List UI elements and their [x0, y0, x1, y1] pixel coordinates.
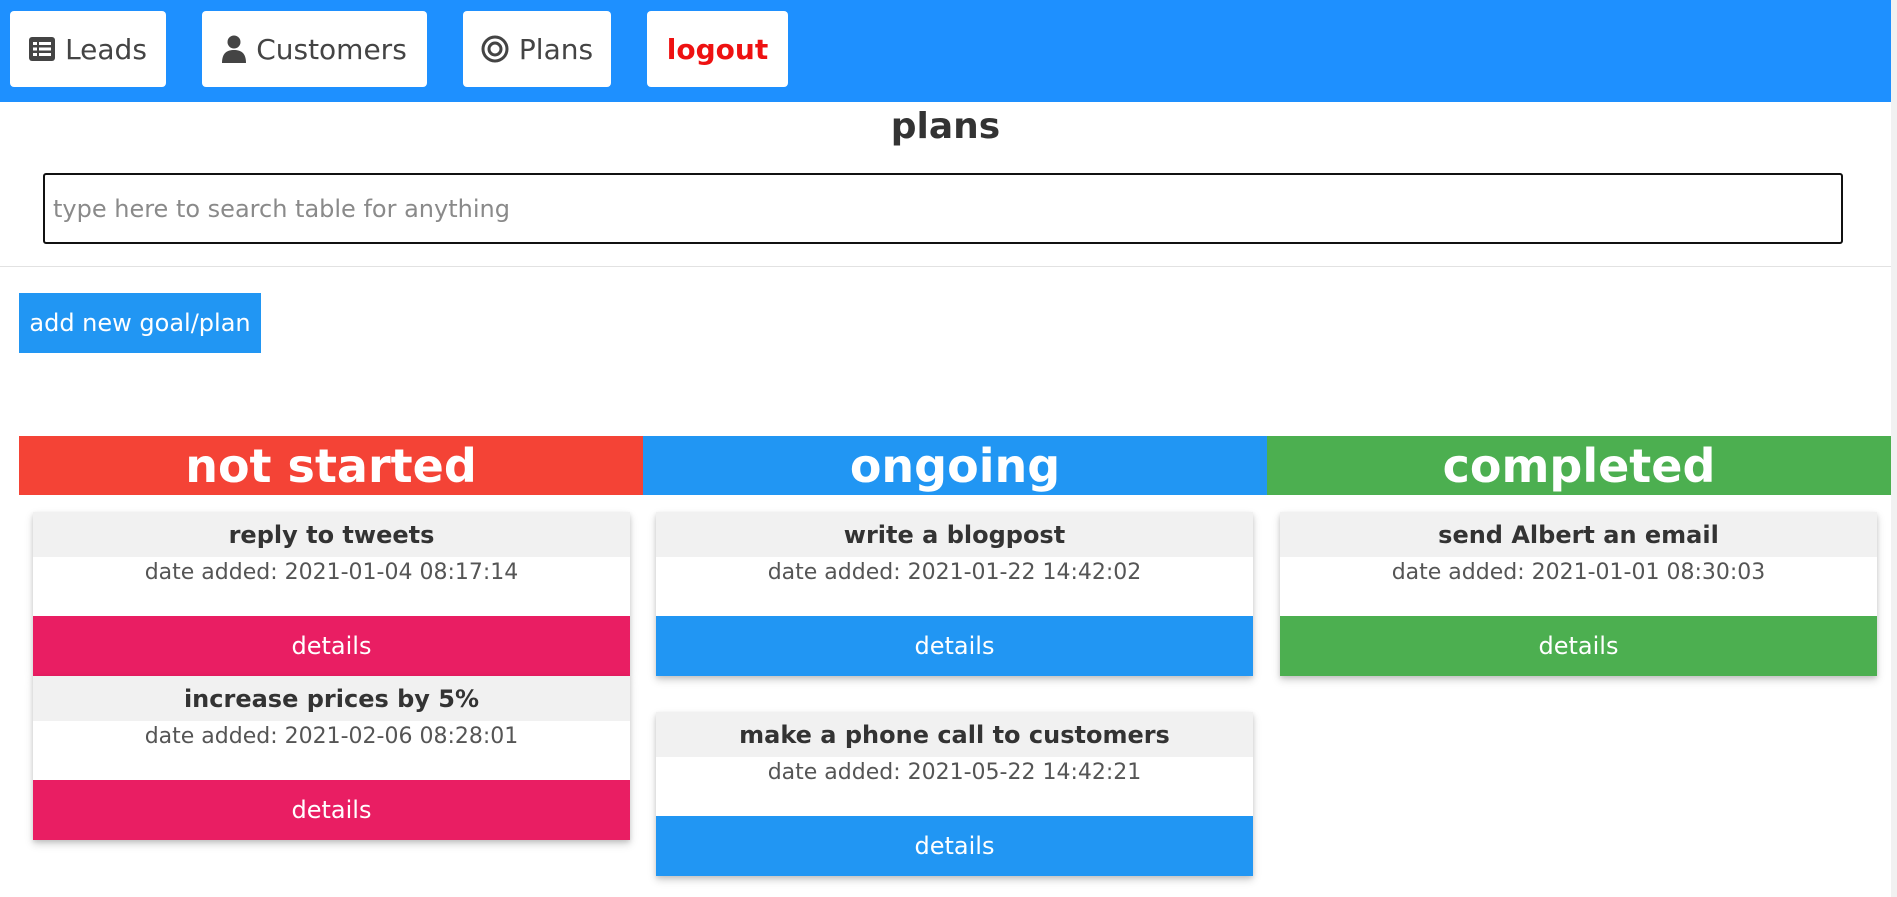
top-nav-bar: Leads Customers Plans logout [0, 0, 1891, 102]
column-header-ongoing: ongoing [643, 436, 1267, 495]
plan-card-title: reply to tweets [33, 512, 630, 557]
plan-card: write a blogpost date added: 2021-01-22 … [656, 512, 1253, 676]
details-button[interactable]: details [33, 616, 630, 676]
details-button[interactable]: details [1280, 616, 1877, 676]
nav-leads-button[interactable]: Leads [10, 11, 166, 87]
plan-card-date: date added: 2021-01-04 08:17:14 [144, 560, 519, 585]
nav-customers-label: Customers [256, 32, 407, 66]
plan-card-date: date added: 2021-05-22 14:42:21 [767, 760, 1142, 785]
page-title: plans [890, 106, 1001, 147]
details-button[interactable]: details [656, 616, 1253, 676]
scrollbar[interactable] [1891, 0, 1897, 897]
search-input[interactable] [43, 173, 1843, 244]
divider [0, 266, 1891, 267]
plan-card-title: send Albert an email [1280, 512, 1877, 557]
plan-card-title: write a blogpost [656, 512, 1253, 557]
plan-card-title: make a phone call to customers [656, 712, 1253, 757]
column-header-not-started: not started [19, 436, 643, 495]
plan-card: send Albert an email date added: 2021-01… [1280, 512, 1877, 676]
list-icon [29, 37, 56, 61]
plan-card-date: date added: 2021-01-22 14:42:02 [767, 560, 1142, 585]
details-button[interactable]: details [656, 816, 1253, 876]
details-button[interactable]: details [33, 780, 630, 840]
column-header-completed: completed [1267, 436, 1891, 495]
plan-card-date: date added: 2021-01-01 08:30:03 [1391, 560, 1766, 585]
nav-customers-button[interactable]: Customers [202, 11, 427, 87]
plan-card: reply to tweets date added: 2021-01-04 0… [33, 512, 630, 676]
plan-card-title: increase prices by 5% [33, 676, 630, 721]
add-new-plan-button[interactable]: add new goal/plan [19, 293, 261, 353]
nav-plans-label: Plans [518, 32, 594, 66]
nav-leads-label: Leads [65, 32, 147, 66]
logout-button[interactable]: logout [647, 11, 788, 87]
user-icon [222, 35, 247, 63]
plan-card: increase prices by 5% date added: 2021-0… [33, 676, 630, 840]
nav-plans-button[interactable]: Plans [463, 11, 611, 87]
plan-card-date: date added: 2021-02-06 08:28:01 [144, 724, 519, 749]
plan-card: make a phone call to customers date adde… [656, 712, 1253, 876]
target-icon [481, 35, 509, 63]
